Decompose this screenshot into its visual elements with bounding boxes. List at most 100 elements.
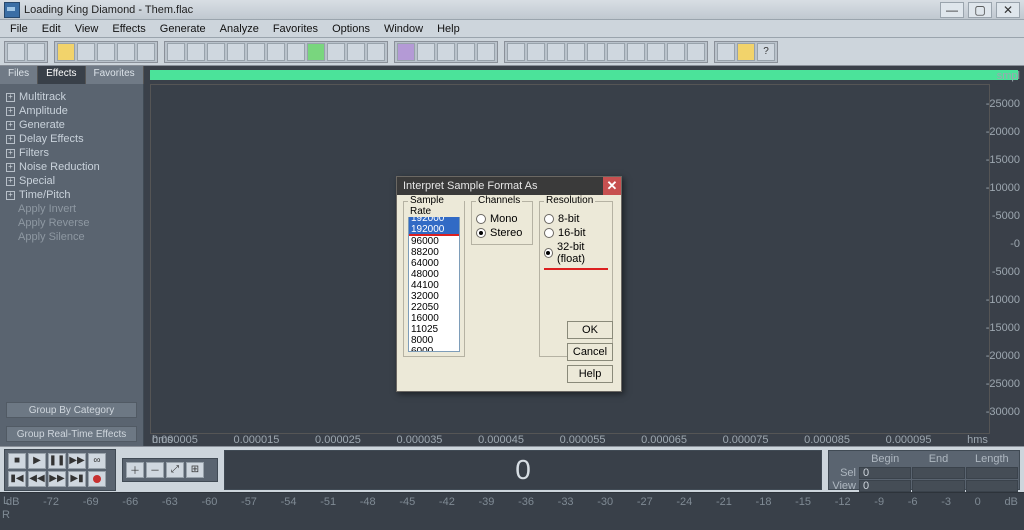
play-loop-button[interactable]: ▶▶ <box>68 453 86 469</box>
zoom-full-button[interactable]: ⤢ <box>166 462 184 478</box>
rewind-button[interactable]: ◀◀ <box>28 471 46 487</box>
save-all-button[interactable] <box>117 43 135 61</box>
mode-multitrack-button[interactable] <box>27 43 45 61</box>
stop-button[interactable]: ■ <box>8 453 26 469</box>
mode-edit-button[interactable] <box>7 43 25 61</box>
list-item[interactable]: 8000 <box>409 335 459 346</box>
list-item[interactable]: 22050 <box>409 302 459 313</box>
close-window-button[interactable]: ✕ <box>996 2 1020 18</box>
list-item[interactable]: 6000 <box>409 346 459 352</box>
new-file-button[interactable] <box>77 43 95 61</box>
tb-extra2-button[interactable] <box>687 43 705 61</box>
tab-effects[interactable]: Effects <box>38 66 85 84</box>
help-button[interactable]: Help <box>567 365 613 383</box>
view-btn-3[interactable] <box>457 43 475 61</box>
overview-bar[interactable] <box>150 70 1018 80</box>
tb-rewind-button[interactable] <box>507 43 525 61</box>
menu-analyze[interactable]: Analyze <box>214 22 265 36</box>
list-item[interactable]: 44100 <box>409 280 459 291</box>
group-category-button[interactable]: Group By Category <box>6 402 137 418</box>
tb-record-button[interactable] <box>647 43 665 61</box>
view-btn-2[interactable] <box>437 43 455 61</box>
cut-button[interactable] <box>207 43 225 61</box>
go-end-button[interactable]: ▶▮ <box>68 471 86 487</box>
tree-special[interactable]: +Special <box>4 174 139 188</box>
paste-button[interactable] <box>247 43 265 61</box>
menu-effects[interactable]: Effects <box>106 22 151 36</box>
expand-icon[interactable]: + <box>6 163 15 172</box>
tree-generate[interactable]: +Generate <box>4 118 139 132</box>
zoom-in-button[interactable]: ＋ <box>126 462 144 478</box>
zoom-out-button[interactable]: － <box>146 462 164 478</box>
play-button[interactable]: ▶ <box>28 453 46 469</box>
list-item[interactable]: 64000 <box>409 258 459 269</box>
tb-pause-button[interactable] <box>567 43 585 61</box>
radio-mono[interactable]: Mono <box>476 212 528 226</box>
copy-button[interactable] <box>227 43 245 61</box>
sel-begin-field[interactable]: 0 <box>859 467 911 479</box>
convert-button[interactable] <box>307 43 325 61</box>
ok-button[interactable]: OK <box>567 321 613 339</box>
tb-extra1-button[interactable] <box>667 43 685 61</box>
group-realtime-button[interactable]: Group Real-Time Effects <box>6 426 137 442</box>
view-btn-1[interactable] <box>417 43 435 61</box>
view-length-field[interactable] <box>966 480 1018 492</box>
expand-icon[interactable]: + <box>6 93 15 102</box>
cancel-button[interactable]: Cancel <box>567 343 613 361</box>
minimize-button[interactable]: — <box>940 2 964 18</box>
radio-32bit[interactable]: 32-bit (float) <box>544 240 608 266</box>
save-file-button[interactable] <box>97 43 115 61</box>
loop-button[interactable]: ∞ <box>88 453 106 469</box>
tree-noise[interactable]: +Noise Reduction <box>4 160 139 174</box>
expand-icon[interactable]: + <box>6 177 15 186</box>
list-item[interactable]: 88200 <box>409 247 459 258</box>
tab-favorites[interactable]: Favorites <box>86 66 144 84</box>
list-item[interactable]: 11025 <box>409 324 459 335</box>
maximize-button[interactable]: ▢ <box>968 2 992 18</box>
trim-button[interactable] <box>287 43 305 61</box>
zoom-sel-button[interactable]: ⊞ <box>186 462 204 478</box>
tree-apply-silence[interactable]: Apply Silence <box>4 230 139 244</box>
spectral-view-button[interactable] <box>397 43 415 61</box>
menu-view[interactable]: View <box>69 22 105 36</box>
tree-apply-invert[interactable]: Apply Invert <box>4 202 139 216</box>
menu-favorites[interactable]: Favorites <box>267 22 324 36</box>
view-end-field[interactable] <box>912 480 964 492</box>
sel-length-field[interactable] <box>966 467 1018 479</box>
mix-paste-button[interactable] <box>267 43 285 61</box>
tb-end-button[interactable] <box>607 43 625 61</box>
tree-timepitch[interactable]: +Time/Pitch <box>4 188 139 202</box>
close-file-button[interactable] <box>137 43 155 61</box>
pause-button[interactable]: ❚❚ <box>48 453 66 469</box>
props-button[interactable] <box>327 43 345 61</box>
view-btn-4[interactable] <box>477 43 495 61</box>
dialog-close-button[interactable]: ✕ <box>603 177 621 195</box>
sel-end-field[interactable] <box>912 467 964 479</box>
record-button[interactable] <box>88 471 106 487</box>
list-item[interactable]: 48000 <box>409 269 459 280</box>
tb-play-button[interactable] <box>547 43 565 61</box>
tab-files[interactable]: Files <box>0 66 38 84</box>
forward-button[interactable]: ▶▶ <box>48 471 66 487</box>
expand-icon[interactable]: + <box>6 149 15 158</box>
menu-generate[interactable]: Generate <box>154 22 212 36</box>
expand-icon[interactable]: + <box>6 191 15 200</box>
redo-button[interactable] <box>187 43 205 61</box>
list-item[interactable]: 96000 <box>409 236 459 247</box>
radio-16bit[interactable]: 16-bit <box>544 226 608 240</box>
tb-ff-button[interactable] <box>587 43 605 61</box>
marker-button[interactable] <box>367 43 385 61</box>
menu-help[interactable]: Help <box>431 22 466 36</box>
tb-loop-button[interactable] <box>627 43 645 61</box>
go-start-button[interactable]: ▮◀ <box>8 471 26 487</box>
expand-icon[interactable]: + <box>6 121 15 130</box>
help-button[interactable]: ? <box>757 43 775 61</box>
radio-stereo[interactable]: Stereo <box>476 226 528 240</box>
list-item[interactable]: 16000 <box>409 313 459 324</box>
tree-apply-reverse[interactable]: Apply Reverse <box>4 216 139 230</box>
sample-rate-list[interactable]: 192000 192000 96000 88200 64000 48000 44… <box>408 212 460 352</box>
radio-8bit[interactable]: 8-bit <box>544 212 608 226</box>
open-file-button[interactable] <box>57 43 75 61</box>
tree-multitrack[interactable]: +Multitrack <box>4 90 139 104</box>
scripts-button[interactable] <box>737 43 755 61</box>
